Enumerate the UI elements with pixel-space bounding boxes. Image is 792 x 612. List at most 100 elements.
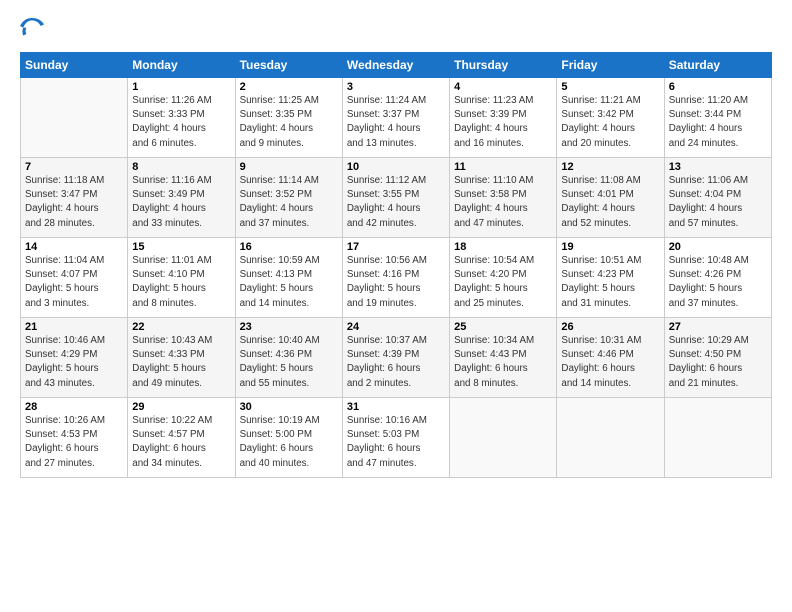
logo-icon (20, 18, 44, 42)
day-number: 4 (454, 81, 552, 93)
day-info: Sunrise: 10:16 AMSunset: 5:03 PMDaylight… (347, 414, 445, 471)
day-number: 8 (132, 161, 230, 173)
calendar-cell: 30Sunrise: 10:19 AMSunset: 5:00 PMDaylig… (235, 398, 342, 478)
day-number: 9 (240, 161, 338, 173)
calendar-week-row: 21Sunrise: 10:46 AMSunset: 4:29 PMDaylig… (21, 318, 772, 398)
calendar-cell: 12Sunrise: 11:08 AMSunset: 4:01 PMDaylig… (557, 158, 664, 238)
calendar-table: SundayMondayTuesdayWednesdayThursdayFrid… (20, 52, 772, 478)
day-number: 19 (561, 241, 659, 253)
calendar-cell: 7Sunrise: 11:18 AMSunset: 3:47 PMDayligh… (21, 158, 128, 238)
header-day: Saturday (664, 53, 771, 78)
day-number: 28 (25, 401, 123, 413)
calendar-cell: 15Sunrise: 11:01 AMSunset: 4:10 PMDaylig… (128, 238, 235, 318)
calendar-cell: 14Sunrise: 11:04 AMSunset: 4:07 PMDaylig… (21, 238, 128, 318)
day-number: 20 (669, 241, 767, 253)
calendar-cell: 10Sunrise: 11:12 AMSunset: 3:55 PMDaylig… (342, 158, 449, 238)
calendar-header: SundayMondayTuesdayWednesdayThursdayFrid… (21, 53, 772, 78)
calendar-cell: 21Sunrise: 10:46 AMSunset: 4:29 PMDaylig… (21, 318, 128, 398)
day-info: Sunrise: 10:54 AMSunset: 4:20 PMDaylight… (454, 254, 552, 311)
day-number: 21 (25, 321, 123, 333)
day-number: 2 (240, 81, 338, 93)
header-day: Tuesday (235, 53, 342, 78)
day-number: 12 (561, 161, 659, 173)
header-day: Sunday (21, 53, 128, 78)
calendar-cell: 3Sunrise: 11:24 AMSunset: 3:37 PMDayligh… (342, 78, 449, 158)
day-number: 13 (669, 161, 767, 173)
calendar-cell (557, 398, 664, 478)
calendar-cell: 6Sunrise: 11:20 AMSunset: 3:44 PMDayligh… (664, 78, 771, 158)
calendar-cell: 28Sunrise: 10:26 AMSunset: 4:53 PMDaylig… (21, 398, 128, 478)
calendar-cell: 16Sunrise: 10:59 AMSunset: 4:13 PMDaylig… (235, 238, 342, 318)
calendar-week-row: 1Sunrise: 11:26 AMSunset: 3:33 PMDayligh… (21, 78, 772, 158)
header-day: Wednesday (342, 53, 449, 78)
logo (20, 18, 48, 42)
day-info: Sunrise: 10:40 AMSunset: 4:36 PMDaylight… (240, 334, 338, 391)
day-number: 1 (132, 81, 230, 93)
day-info: Sunrise: 11:06 AMSunset: 4:04 PMDaylight… (669, 174, 767, 231)
calendar-cell (664, 398, 771, 478)
day-info: Sunrise: 10:46 AMSunset: 4:29 PMDaylight… (25, 334, 123, 391)
day-number: 27 (669, 321, 767, 333)
calendar-cell: 29Sunrise: 10:22 AMSunset: 4:57 PMDaylig… (128, 398, 235, 478)
header-day: Monday (128, 53, 235, 78)
page-container: SundayMondayTuesdayWednesdayThursdayFrid… (0, 0, 792, 488)
calendar-cell: 5Sunrise: 11:21 AMSunset: 3:42 PMDayligh… (557, 78, 664, 158)
day-info: Sunrise: 11:04 AMSunset: 4:07 PMDaylight… (25, 254, 123, 311)
header-row: SundayMondayTuesdayWednesdayThursdayFrid… (21, 53, 772, 78)
day-number: 10 (347, 161, 445, 173)
calendar-cell (450, 398, 557, 478)
day-number: 14 (25, 241, 123, 253)
day-info: Sunrise: 10:22 AMSunset: 4:57 PMDaylight… (132, 414, 230, 471)
day-info: Sunrise: 11:20 AMSunset: 3:44 PMDaylight… (669, 94, 767, 151)
day-info: Sunrise: 11:16 AMSunset: 3:49 PMDaylight… (132, 174, 230, 231)
day-number: 11 (454, 161, 552, 173)
day-info: Sunrise: 10:48 AMSunset: 4:26 PMDaylight… (669, 254, 767, 311)
day-info: Sunrise: 11:12 AMSunset: 3:55 PMDaylight… (347, 174, 445, 231)
day-number: 26 (561, 321, 659, 333)
header-day: Friday (557, 53, 664, 78)
day-number: 5 (561, 81, 659, 93)
day-info: Sunrise: 10:43 AMSunset: 4:33 PMDaylight… (132, 334, 230, 391)
day-info: Sunrise: 11:24 AMSunset: 3:37 PMDaylight… (347, 94, 445, 151)
page-header (20, 18, 772, 42)
day-info: Sunrise: 11:10 AMSunset: 3:58 PMDaylight… (454, 174, 552, 231)
day-info: Sunrise: 10:37 AMSunset: 4:39 PMDaylight… (347, 334, 445, 391)
day-number: 7 (25, 161, 123, 173)
calendar-week-row: 7Sunrise: 11:18 AMSunset: 3:47 PMDayligh… (21, 158, 772, 238)
calendar-cell: 23Sunrise: 10:40 AMSunset: 4:36 PMDaylig… (235, 318, 342, 398)
day-info: Sunrise: 10:34 AMSunset: 4:43 PMDaylight… (454, 334, 552, 391)
day-info: Sunrise: 10:19 AMSunset: 5:00 PMDaylight… (240, 414, 338, 471)
calendar-cell: 13Sunrise: 11:06 AMSunset: 4:04 PMDaylig… (664, 158, 771, 238)
day-number: 29 (132, 401, 230, 413)
day-info: Sunrise: 11:08 AMSunset: 4:01 PMDaylight… (561, 174, 659, 231)
calendar-week-row: 14Sunrise: 11:04 AMSunset: 4:07 PMDaylig… (21, 238, 772, 318)
calendar-cell: 2Sunrise: 11:25 AMSunset: 3:35 PMDayligh… (235, 78, 342, 158)
calendar-cell: 27Sunrise: 10:29 AMSunset: 4:50 PMDaylig… (664, 318, 771, 398)
day-number: 16 (240, 241, 338, 253)
day-number: 30 (240, 401, 338, 413)
day-number: 25 (454, 321, 552, 333)
calendar-cell: 9Sunrise: 11:14 AMSunset: 3:52 PMDayligh… (235, 158, 342, 238)
day-info: Sunrise: 11:25 AMSunset: 3:35 PMDaylight… (240, 94, 338, 151)
day-number: 6 (669, 81, 767, 93)
day-info: Sunrise: 10:26 AMSunset: 4:53 PMDaylight… (25, 414, 123, 471)
day-info: Sunrise: 11:01 AMSunset: 4:10 PMDaylight… (132, 254, 230, 311)
calendar-cell: 26Sunrise: 10:31 AMSunset: 4:46 PMDaylig… (557, 318, 664, 398)
calendar-cell: 31Sunrise: 10:16 AMSunset: 5:03 PMDaylig… (342, 398, 449, 478)
day-info: Sunrise: 10:51 AMSunset: 4:23 PMDaylight… (561, 254, 659, 311)
calendar-cell: 4Sunrise: 11:23 AMSunset: 3:39 PMDayligh… (450, 78, 557, 158)
day-info: Sunrise: 11:14 AMSunset: 3:52 PMDaylight… (240, 174, 338, 231)
calendar-cell: 1Sunrise: 11:26 AMSunset: 3:33 PMDayligh… (128, 78, 235, 158)
day-number: 17 (347, 241, 445, 253)
calendar-cell: 22Sunrise: 10:43 AMSunset: 4:33 PMDaylig… (128, 318, 235, 398)
calendar-cell: 17Sunrise: 10:56 AMSunset: 4:16 PMDaylig… (342, 238, 449, 318)
calendar-week-row: 28Sunrise: 10:26 AMSunset: 4:53 PMDaylig… (21, 398, 772, 478)
day-number: 23 (240, 321, 338, 333)
day-info: Sunrise: 11:21 AMSunset: 3:42 PMDaylight… (561, 94, 659, 151)
day-info: Sunrise: 11:26 AMSunset: 3:33 PMDaylight… (132, 94, 230, 151)
day-number: 24 (347, 321, 445, 333)
calendar-cell: 19Sunrise: 10:51 AMSunset: 4:23 PMDaylig… (557, 238, 664, 318)
day-info: Sunrise: 10:31 AMSunset: 4:46 PMDaylight… (561, 334, 659, 391)
calendar-cell: 20Sunrise: 10:48 AMSunset: 4:26 PMDaylig… (664, 238, 771, 318)
day-info: Sunrise: 11:18 AMSunset: 3:47 PMDaylight… (25, 174, 123, 231)
